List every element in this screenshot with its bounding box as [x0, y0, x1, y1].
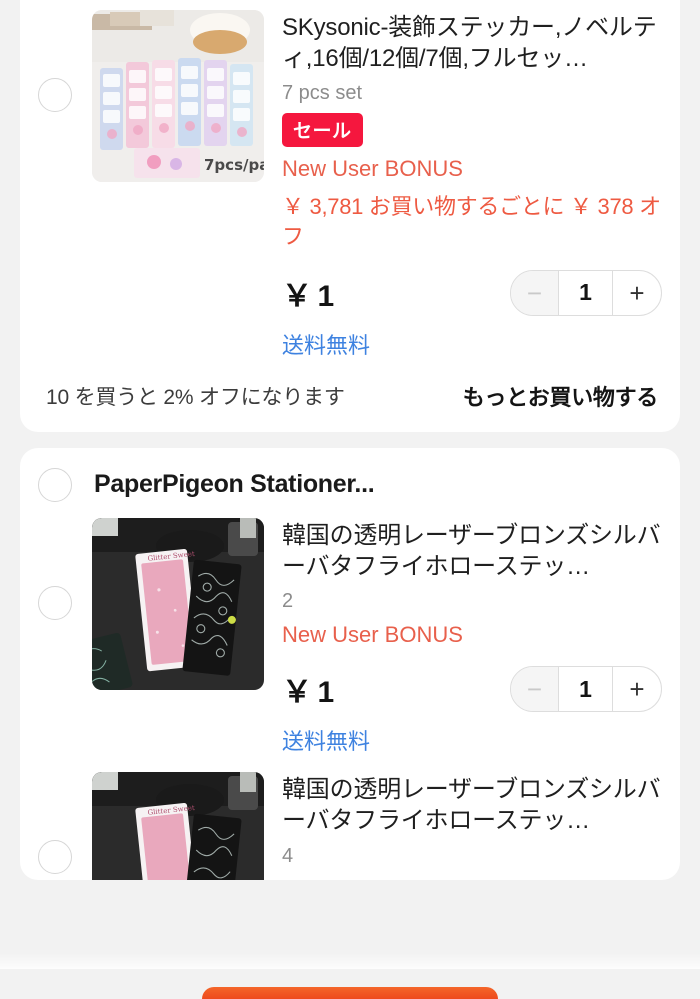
product-title[interactable]: SKysonic-装飾ステッカー,ノベルティ,16個/12個/7個,フルセッ…	[282, 12, 662, 74]
item-select-column	[38, 772, 72, 880]
store-select-checkbox[interactable]	[38, 467, 72, 502]
quantity-stepper[interactable]: − 1 +	[510, 269, 662, 316]
product-variant[interactable]: 2	[282, 590, 662, 613]
cart-store-card: 7pcs/pack SKysonic-装飾ステッカー,ノベルティ,16個/12個…	[20, 0, 680, 432]
product-price: ￥ 1	[282, 271, 335, 315]
quantity-decrease-button[interactable]: −	[511, 270, 559, 315]
item-info: 韓国の透明レーザーブロンズシルバーバタフライホローステッ… 2 New User…	[282, 518, 662, 756]
shop-more-link[interactable]: もっとお買い物する	[463, 380, 659, 412]
price-row: ￥ 1 − 1 +	[282, 666, 662, 713]
quantity-increase-button[interactable]: +	[613, 667, 661, 711]
product-price: ￥ 1	[282, 667, 335, 711]
holographic-sticker-image: Glitter Sweet	[92, 517, 264, 690]
bottom-scrim	[0, 953, 700, 969]
quantity-value[interactable]: 1	[559, 270, 613, 315]
quantity-value[interactable]: 1	[559, 667, 613, 712]
cart-item[interactable]: 7pcs/pack SKysonic-装飾ステッカー,ノベルティ,16個/12個…	[20, 0, 680, 366]
price-row: ￥ 1 − 1 +	[282, 269, 662, 316]
cart-item[interactable]: Glitter Sweet 韓国の透明レーザーブロンズシルバーバタフライホロース…	[20, 762, 680, 881]
thumbnail-caption: 7pcs/pack	[204, 156, 264, 174]
item-checkbox[interactable]	[38, 585, 72, 620]
new-user-bonus-label: New User BONUS	[282, 156, 463, 182]
product-title[interactable]: 韓国の透明レーザーブロンズシルバーバタフライホローステッ…	[282, 774, 662, 836]
promo-text: ￥ 3,781 お買い物するごとに ￥ 378 オフ	[282, 194, 661, 250]
product-thumbnail[interactable]: Glitter Sweet	[92, 517, 264, 690]
item-checkbox[interactable]	[38, 840, 72, 875]
item-select-column	[38, 10, 72, 180]
bulk-discount-text: 10 を買うと 2% オフになります	[46, 385, 345, 409]
product-thumbnail[interactable]: 7pcs/pack	[92, 10, 264, 182]
item-checkbox[interactable]	[38, 78, 72, 112]
status-badge-sale: セール	[282, 113, 363, 148]
item-info: SKysonic-装飾ステッカー,ノベルティ,16個/12個/7個,フルセッ… …	[282, 10, 662, 360]
cart-store-card: PaperPigeon Stationer... Glitter Sweet 韓…	[20, 447, 680, 881]
quantity-increase-button[interactable]: +	[613, 271, 661, 315]
product-variant[interactable]: 4	[282, 845, 662, 868]
cart-item[interactable]: Glitter Sweet 韓国の透明レーザーブロンズシルバーバタフライホロース…	[20, 508, 680, 762]
new-user-bonus-label: New User BONUS	[282, 622, 463, 648]
free-shipping-label[interactable]: 送料無料	[282, 724, 662, 756]
cart-page: 7pcs/pack SKysonic-装飾ステッカー,ノベルティ,16個/12個…	[0, 0, 700, 999]
currency-symbol: ￥	[282, 279, 313, 313]
store-header[interactable]: PaperPigeon Stationer...	[20, 448, 680, 508]
price-value: 1	[317, 676, 335, 710]
product-thumbnail[interactable]: Glitter Sweet	[92, 772, 264, 881]
bulk-discount-row: 10 を買うと 2% オフになります もっとお買い物する	[20, 366, 680, 432]
quantity-decrease-button[interactable]: −	[511, 667, 559, 712]
item-info: 韓国の透明レーザーブロンズシルバーバタフライホローステッ… 4	[282, 772, 662, 867]
quantity-stepper[interactable]: − 1 +	[510, 666, 662, 713]
product-variant[interactable]: 7 pcs set	[282, 82, 662, 105]
holographic-sticker-image: Glitter Sweet	[92, 772, 264, 881]
floating-checkout-bar[interactable]	[0, 969, 700, 999]
item-select-column	[38, 518, 72, 688]
store-name[interactable]: PaperPigeon Stationer...	[94, 470, 374, 499]
currency-symbol: ￥	[282, 676, 313, 710]
sticker-sheets-image: 7pcs/pack	[92, 10, 264, 182]
product-title[interactable]: 韓国の透明レーザーブロンズシルバーバタフライホローステッ…	[282, 520, 662, 582]
checkout-button[interactable]	[202, 987, 498, 999]
price-value: 1	[317, 279, 335, 313]
free-shipping-label[interactable]: 送料無料	[282, 328, 662, 360]
